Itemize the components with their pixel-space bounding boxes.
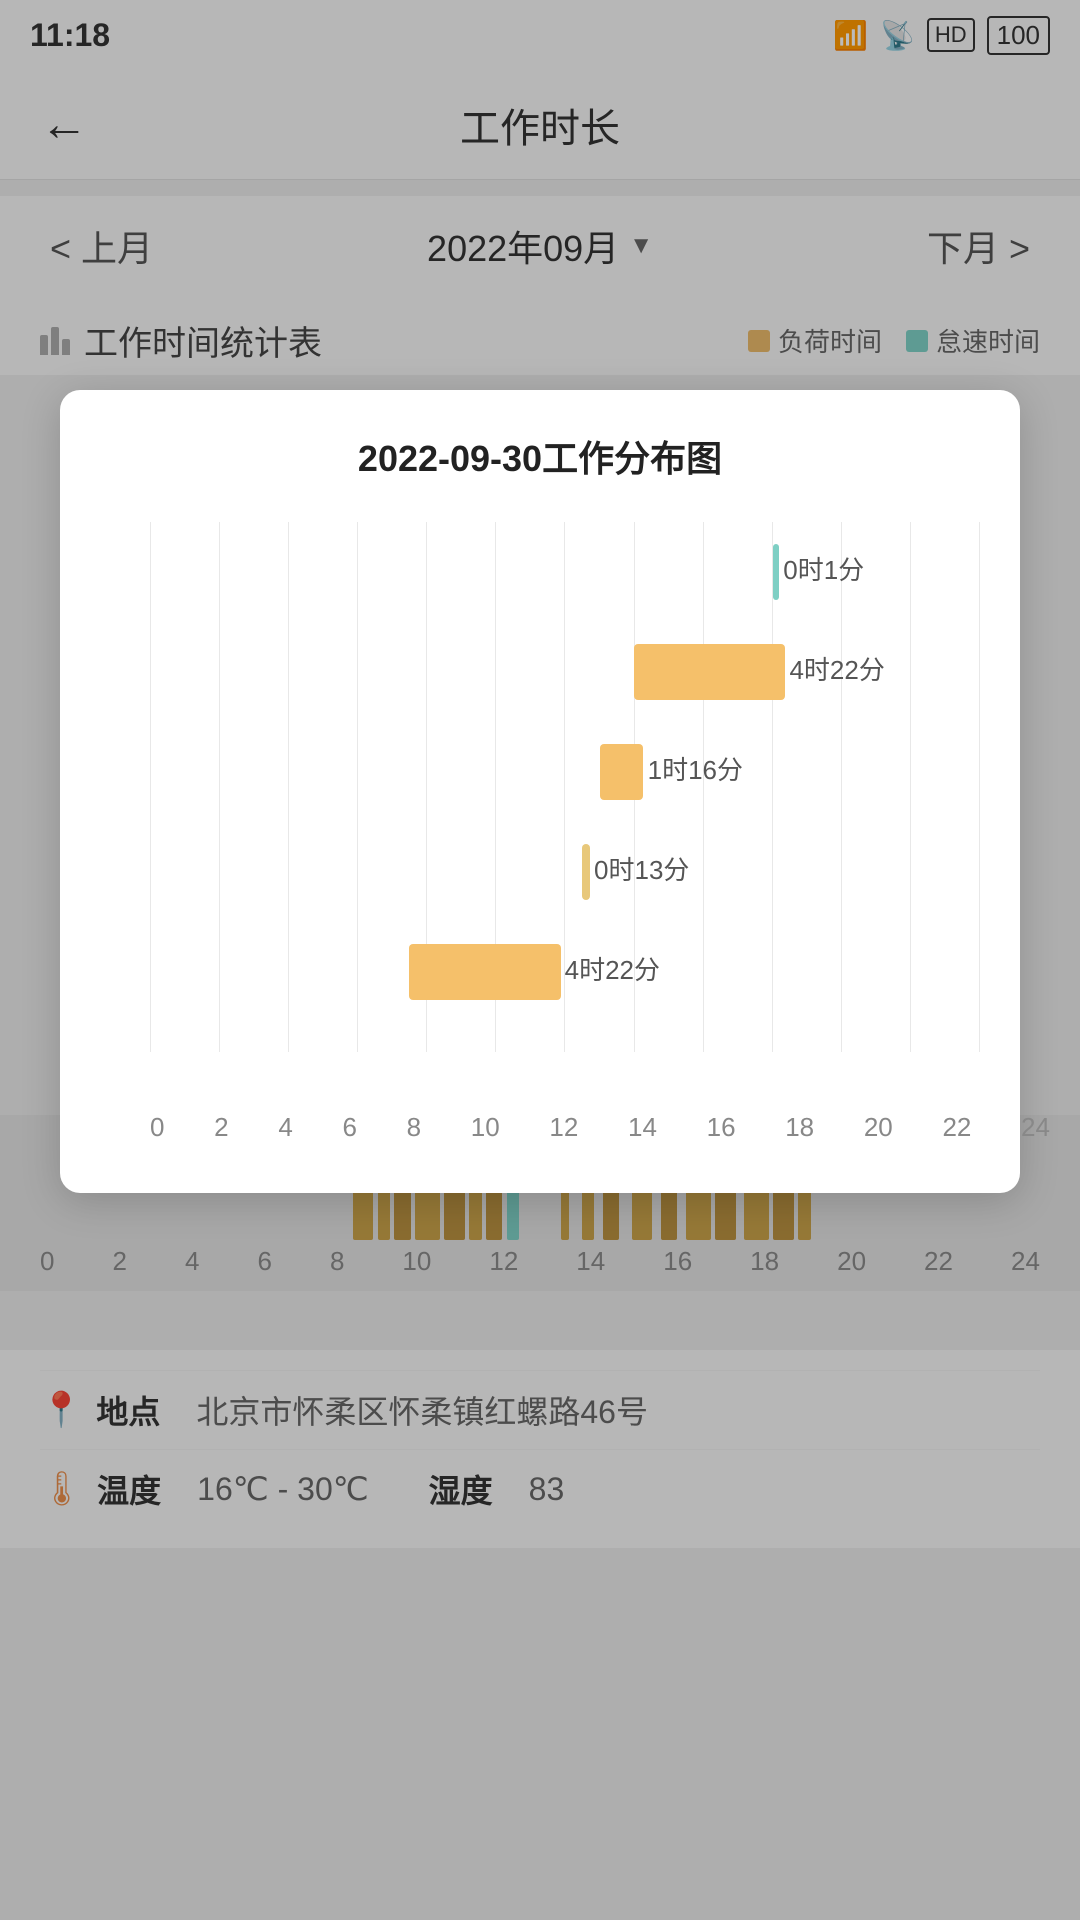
x-axis-label: 24 [1021,1112,1050,1143]
bar-row-bar5: 4时22分 [150,922,980,1022]
x-axis-label: 10 [471,1112,500,1143]
modal-card: 2022-09-30工作分布图 0时1分 4时22分 1时16分 0时13分 4时22分… [60,390,1020,1193]
x-axis: 024681012141618202224 [150,1112,1050,1143]
bar-row-bar3: 1时16分 [150,722,980,822]
bar-row-bar2: 4时22分 [150,622,980,722]
x-axis-label: 22 [942,1112,971,1143]
bar-label-bar5: 4时22分 [565,950,660,987]
x-axis-label: 2 [214,1112,228,1143]
bar-fill-bar3 [600,744,644,800]
x-axis-label: 20 [864,1112,893,1143]
x-axis-label: 12 [549,1112,578,1143]
bar-label-bar4: 0时13分 [594,850,689,887]
x-axis-label: 0 [150,1112,164,1143]
x-axis-label: 16 [707,1112,736,1143]
modal-title: 2022-09-30工作分布图 [90,430,990,482]
x-axis-label: 6 [342,1112,356,1143]
bar-fill-bar1 [773,544,780,600]
x-axis-label: 14 [628,1112,657,1143]
bar-row-bar4: 0时13分 [150,822,980,922]
bar-fill-bar4 [582,844,590,900]
x-axis-label: 18 [785,1112,814,1143]
chart-inner: 0时1分 4时22分 1时16分 0时13分 4时22分 [90,522,990,1052]
chart-container: 0时1分 4时22分 1时16分 0时13分 4时22分 0 2 4 6 8 10 12 14 16 18… [90,522,990,1153]
bar-label-bar1: 0时1分 [783,550,864,587]
x-axis-label: 8 [407,1112,421,1143]
bar-row-bar1: 0时1分 [150,522,980,622]
bar-label-bar3: 1时16分 [648,750,743,787]
bar-fill-bar2 [634,644,785,700]
x-axis-label: 4 [278,1112,292,1143]
bar-label-bar2: 4时22分 [789,650,884,687]
bar-fill-bar5 [409,944,560,1000]
